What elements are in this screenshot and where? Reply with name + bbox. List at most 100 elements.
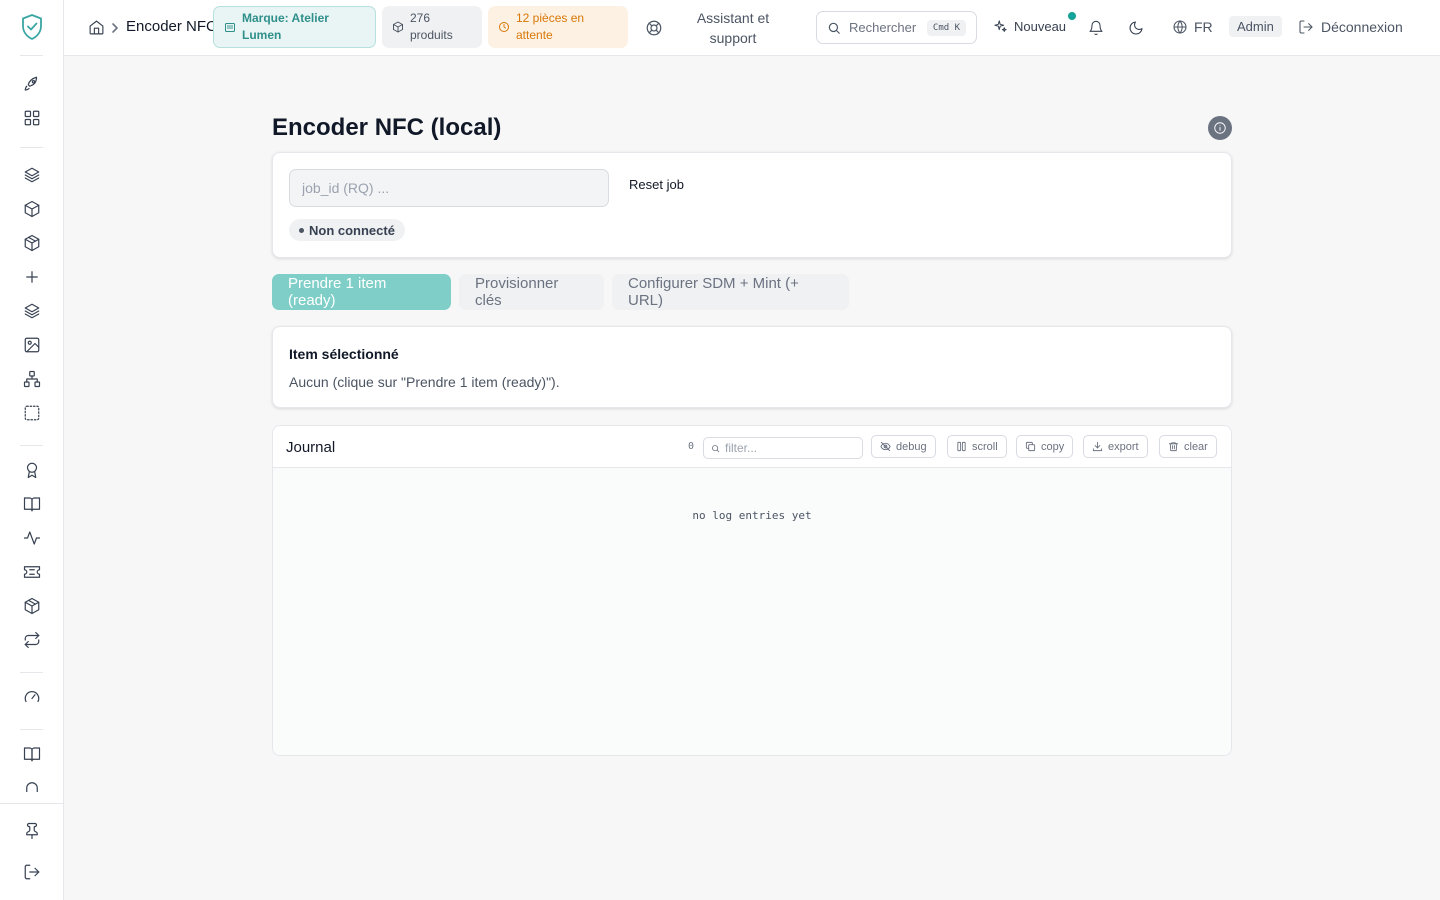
journal-panel: Journal 0 debug scroll copy export clear… <box>272 425 1232 756</box>
top-header: Encoder NFC Marque: Atelier Lumen 276 pr… <box>64 0 1440 56</box>
logout-icon[interactable] <box>23 863 41 881</box>
journal-title: Journal <box>286 439 336 456</box>
gauge-icon[interactable] <box>23 688 41 706</box>
activity-icon[interactable] <box>23 529 41 547</box>
award-icon[interactable] <box>23 461 41 479</box>
selected-item-title: Item sélectionné <box>289 346 399 362</box>
ticket-icon[interactable] <box>23 563 41 581</box>
journal-header: Journal 0 debug scroll copy export clear <box>273 426 1231 468</box>
new-indicator-dot <box>1068 12 1076 20</box>
waiting-chip-label: 12 pièces en attente <box>516 11 585 42</box>
copy-log-button[interactable]: copy <box>1016 435 1074 458</box>
page-title: Encoder NFC (local) <box>272 114 502 141</box>
debug-label: debug <box>896 440 927 453</box>
copy-icon <box>1025 441 1036 452</box>
sidebar-divider <box>20 729 43 730</box>
search-shortcut-badge: Cmd K <box>926 19 966 36</box>
sidebar <box>0 0 64 900</box>
package-icon[interactable] <box>23 597 41 615</box>
globe-icon <box>1172 19 1188 35</box>
sidebar-divider <box>20 672 43 673</box>
home-icon[interactable] <box>88 19 105 36</box>
reset-job-button[interactable]: Reset job <box>629 177 684 192</box>
download-icon <box>1092 441 1103 452</box>
clear-log-button[interactable]: clear <box>1159 435 1217 458</box>
tab-provision-keys[interactable]: Provisionner clés <box>459 274 604 310</box>
book-open-icon[interactable] <box>23 745 41 763</box>
plus-icon[interactable] <box>23 268 41 286</box>
scroll-label: scroll <box>972 440 998 453</box>
info-icon <box>1214 122 1226 134</box>
export-log-button[interactable]: export <box>1083 435 1148 458</box>
layers-icon[interactable] <box>23 302 41 320</box>
clear-label: clear <box>1184 440 1208 453</box>
journal-log-area[interactable]: no log entries yet <box>273 468 1231 755</box>
export-label: export <box>1108 440 1139 453</box>
info-button[interactable] <box>1208 116 1232 140</box>
language-selector[interactable]: FR <box>1172 19 1213 35</box>
assistant-support-link[interactable]: Assistant et support <box>680 8 786 48</box>
debug-toggle-button[interactable]: debug <box>871 435 936 458</box>
journal-entry-count: 0 <box>688 441 695 452</box>
tab-configure-sdm-mint[interactable]: Configurer SDM + Mint (+ URL) <box>612 274 849 310</box>
products-chip-label: 276 produits <box>410 11 453 42</box>
selected-item-card: Item sélectionné Aucun (clique sur "Pren… <box>272 326 1232 408</box>
new-button-label: Nouveau <box>1014 19 1067 34</box>
journal-filter-input[interactable] <box>725 441 855 455</box>
chevron-right-icon <box>110 22 120 34</box>
search-icon <box>712 444 720 452</box>
eye-off-icon <box>880 441 891 452</box>
selection-icon[interactable] <box>23 404 41 422</box>
trash-icon <box>1168 442 1179 452</box>
connection-status-label: Non connecté <box>309 222 395 238</box>
columns-icon <box>957 441 966 452</box>
sidebar-divider <box>20 147 43 148</box>
job-id-input[interactable] <box>289 169 609 207</box>
new-button[interactable]: Nouveau <box>993 19 1066 34</box>
brand-chip[interactable]: Marque: Atelier Lumen <box>213 6 376 48</box>
book-open-icon[interactable] <box>23 495 41 513</box>
arch-icon[interactable] <box>23 779 41 792</box>
breadcrumb-current: Encoder NFC <box>126 18 217 35</box>
layers-icon[interactable] <box>23 166 41 184</box>
logout-button[interactable]: Déconnexion <box>1298 19 1403 35</box>
sparkles-icon <box>993 19 1008 34</box>
job-card: Reset job Non connecté <box>272 152 1232 258</box>
journal-filter[interactable] <box>703 437 863 459</box>
bell-icon[interactable] <box>1088 20 1104 36</box>
logout-label: Déconnexion <box>1321 19 1403 35</box>
package-icon[interactable] <box>23 234 41 252</box>
logout-icon <box>1298 19 1314 35</box>
sidebar-divider <box>20 55 43 56</box>
rocket-icon[interactable] <box>23 75 41 93</box>
autoscroll-toggle-button[interactable]: scroll <box>947 435 1007 458</box>
box-icon <box>392 21 404 33</box>
repeat-icon[interactable] <box>23 631 41 649</box>
image-icon[interactable] <box>23 336 41 354</box>
moon-icon[interactable] <box>1128 20 1144 36</box>
lifebuoy-icon[interactable] <box>645 19 663 37</box>
tab-take-item[interactable]: Prendre 1 item (ready) <box>272 274 451 310</box>
dashboard-icon[interactable] <box>23 109 41 127</box>
search-box[interactable]: Rechercher Cmd K <box>816 11 977 44</box>
search-label: Rechercher <box>849 20 917 35</box>
copy-label: copy <box>1041 440 1065 453</box>
products-count-chip[interactable]: 276 produits <box>382 6 482 48</box>
building-icon <box>224 21 236 33</box>
box-icon[interactable] <box>23 200 41 218</box>
language-label: FR <box>1194 19 1213 35</box>
search-icon <box>827 21 841 35</box>
journal-empty-message: no log entries yet <box>692 509 812 522</box>
status-dot <box>299 227 304 233</box>
shield-check-logo-icon[interactable] <box>20 13 44 41</box>
selected-item-description: Aucun (clique sur "Prendre 1 item (ready… <box>289 374 560 390</box>
brand-chip-label: Marque: Atelier Lumen <box>242 11 329 42</box>
waiting-items-chip[interactable]: 12 pièces en attente <box>488 6 628 48</box>
sidebar-divider <box>20 445 43 446</box>
clock-icon <box>498 21 510 33</box>
connection-status-badge: Non connecté <box>289 219 405 241</box>
pin-icon[interactable] <box>23 822 41 840</box>
role-badge: Admin <box>1229 16 1282 37</box>
sitemap-icon[interactable] <box>23 370 41 388</box>
sidebar-footer-divider <box>0 803 63 804</box>
